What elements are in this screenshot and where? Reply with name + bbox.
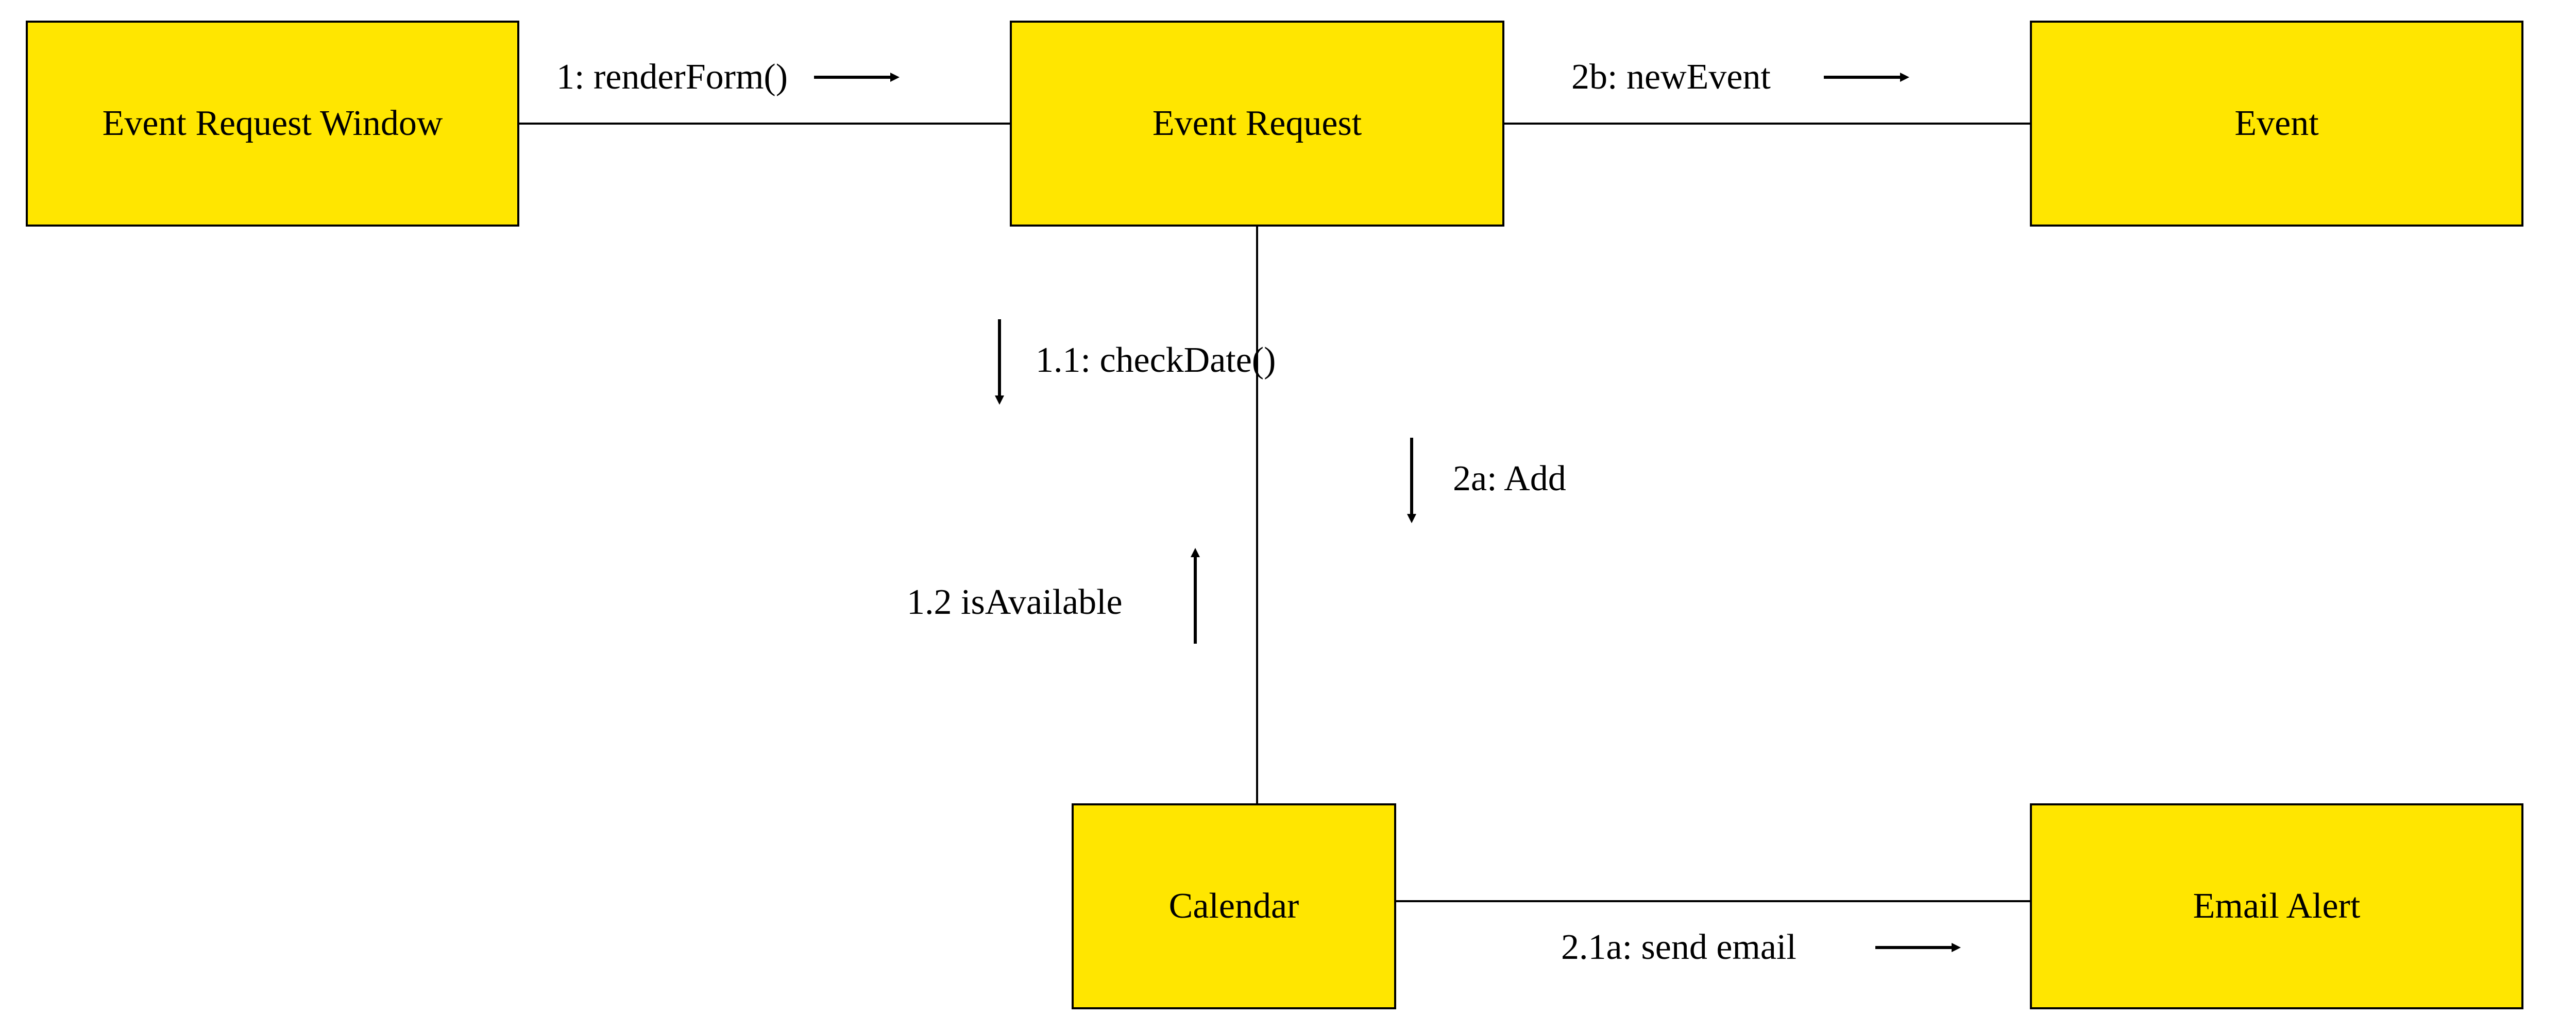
message-send-email: 2.1a: send email	[1561, 927, 1797, 968]
node-label: Event Request	[1153, 103, 1362, 144]
node-calendar: Calendar	[1072, 803, 1396, 1009]
node-label: Event	[2234, 103, 2318, 144]
message-is-available: 1.2 isAvailable	[907, 582, 1123, 623]
message-render-form: 1: renderForm()	[556, 57, 788, 98]
node-event-request-window: Event Request Window	[26, 21, 519, 227]
node-event: Event	[2030, 21, 2523, 227]
message-add: 2a: Add	[1453, 458, 1566, 500]
node-event-request: Event Request	[1010, 21, 1504, 227]
message-check-date: 1.1: checkDate()	[1036, 340, 1276, 381]
node-label: Event Request Window	[103, 103, 443, 144]
collaboration-diagram: Event Request Window Event Request Event…	[0, 0, 2576, 1033]
node-label: Calendar	[1169, 886, 1299, 927]
node-label: Email Alert	[2193, 886, 2361, 927]
message-new-event: 2b: newEvent	[1571, 57, 1771, 98]
node-email-alert: Email Alert	[2030, 803, 2523, 1009]
